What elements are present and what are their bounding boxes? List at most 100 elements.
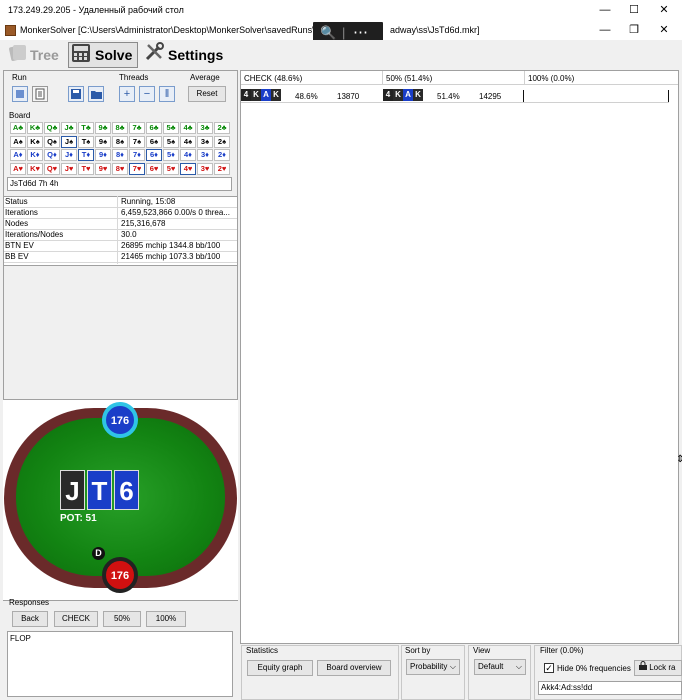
board-card-button[interactable]: 3♣: [197, 122, 213, 134]
board-card-button[interactable]: 8♣: [112, 122, 128, 134]
bet-100-button[interactable]: 100%: [146, 611, 186, 627]
board-card-button[interactable]: 7♥: [129, 162, 145, 175]
board-card-button[interactable]: 5♦: [163, 149, 179, 161]
board-card-button[interactable]: 7♠: [129, 135, 145, 148]
board-card-button[interactable]: 9♣: [95, 122, 111, 134]
close-icon[interactable]: ✕: [657, 3, 671, 17]
board-card-button[interactable]: 2♥: [214, 162, 230, 175]
board-card-button[interactable]: 9♥: [95, 162, 111, 175]
board-input[interactable]: JsTd6d 7h 4h: [7, 177, 232, 191]
filter-input[interactable]: Akk4:Ad:ss!dd: [538, 681, 682, 695]
hand-50-ev: 14295: [479, 92, 502, 101]
sort-value: Probability: [410, 662, 448, 671]
board-card-button[interactable]: Q♦: [44, 149, 60, 161]
board-card-button[interactable]: A♦: [10, 149, 26, 161]
settings-tab[interactable]: Settings: [142, 42, 224, 68]
board-card-button[interactable]: 4♦: [180, 149, 196, 161]
board-card-button[interactable]: Q♥: [44, 162, 60, 175]
zoom-icon[interactable]: 🔍: [320, 25, 336, 41]
board-card-button[interactable]: 5♣: [163, 122, 179, 134]
board-card-button[interactable]: J♣: [61, 122, 77, 134]
save-button[interactable]: [68, 86, 84, 102]
board-card-button[interactable]: 2♦: [214, 149, 230, 161]
board-card-button[interactable]: 5♠: [163, 135, 179, 148]
board-card-button[interactable]: Q♣: [44, 122, 60, 134]
view-select[interactable]: Default ⌵: [474, 659, 526, 675]
tree-tab[interactable]: Tree: [6, 42, 68, 68]
board-card-button[interactable]: K♦: [27, 149, 43, 161]
board-card-button[interactable]: 8♦: [112, 149, 128, 161]
board-card-button[interactable]: 3♠: [197, 135, 213, 148]
threads-minus-button[interactable]: −: [139, 86, 155, 102]
app-close-icon[interactable]: ✕: [657, 23, 671, 37]
board-card-button[interactable]: 8♠: [112, 135, 128, 148]
board-card-button[interactable]: 4♥: [180, 162, 196, 175]
resize-handle-icon[interactable]: ⇕: [676, 454, 682, 465]
board-card-button[interactable]: J♠: [61, 135, 77, 148]
board-overview-button[interactable]: Board overview: [317, 660, 391, 676]
open-button[interactable]: [88, 86, 104, 102]
board-card-button[interactable]: T♥: [78, 162, 94, 175]
view-label: View: [473, 646, 491, 655]
app-restore-icon[interactable]: ❐: [627, 23, 641, 37]
board-card-button[interactable]: A♠: [10, 135, 26, 148]
board-card-button[interactable]: 4♣: [180, 122, 196, 134]
col-header-100[interactable]: 100% (0.0%): [528, 74, 574, 83]
bottom-player-stack[interactable]: 176: [102, 557, 138, 593]
board-card-button[interactable]: K♠: [27, 135, 43, 148]
board-card-button[interactable]: Q♠: [44, 135, 60, 148]
lock-range-label: Lock ra: [649, 663, 676, 672]
board-card-button[interactable]: 6♣: [146, 122, 162, 134]
back-button[interactable]: Back: [12, 611, 48, 627]
board-card-button[interactable]: 4♠: [180, 135, 196, 148]
equity-graph-button[interactable]: Equity graph: [247, 660, 313, 676]
col-header-check[interactable]: CHECK (48.6%): [244, 74, 302, 83]
board-card-button[interactable]: K♥: [27, 162, 43, 175]
top-player-stack[interactable]: 176: [102, 402, 138, 438]
board-card-button[interactable]: 5♥: [163, 162, 179, 175]
board-card-button[interactable]: 9♠: [95, 135, 111, 148]
statistics-label: Statistics: [246, 646, 279, 655]
board-card-button[interactable]: T♦: [78, 149, 94, 161]
maximize-icon[interactable]: ☐: [627, 3, 641, 17]
col-header-50[interactable]: 50% (51.4%): [386, 74, 432, 83]
board-card-button[interactable]: T♠: [78, 135, 94, 148]
separator: |: [342, 25, 346, 40]
reset-button[interactable]: Reset: [188, 86, 226, 102]
board-card-button[interactable]: 8♥: [112, 162, 128, 175]
run-stop-button[interactable]: [12, 86, 28, 102]
lock-range-button[interactable]: Lock ra: [634, 660, 682, 676]
board-card-button[interactable]: J♥: [61, 162, 77, 175]
stats-key: Iterations/Nodes: [5, 230, 64, 239]
document-button[interactable]: [32, 86, 48, 102]
stats-value: 30.0: [121, 230, 137, 239]
check-button[interactable]: CHECK: [54, 611, 98, 627]
board-card-button[interactable]: 2♣: [214, 122, 230, 134]
board-card-button[interactable]: 6♦: [146, 149, 162, 161]
board-card-button[interactable]: 6♠: [146, 135, 162, 148]
board-card-button[interactable]: 3♥: [197, 162, 213, 175]
pause-button[interactable]: ‖: [159, 86, 175, 102]
board-card-button[interactable]: A♥: [10, 162, 26, 175]
hide-zero-checkbox[interactable]: ✓: [544, 663, 554, 673]
board-card-button[interactable]: 3♦: [197, 149, 213, 161]
strategy-grid: [240, 70, 679, 644]
board-card-button[interactable]: 7♣: [129, 122, 145, 134]
row-end: [668, 90, 669, 102]
threads-plus-button[interactable]: +: [119, 86, 135, 102]
more-icon[interactable]: ⋯: [353, 23, 368, 41]
bet-50-button[interactable]: 50%: [103, 611, 141, 627]
board-card-button[interactable]: J♦: [61, 149, 77, 161]
board-card-button[interactable]: T♣: [78, 122, 94, 134]
app-minimize-icon[interactable]: —: [598, 23, 612, 37]
board-card-button[interactable]: 2♠: [214, 135, 230, 148]
solve-tab[interactable]: Solve: [68, 42, 138, 68]
board-card-button[interactable]: 7♦: [129, 149, 145, 161]
sort-select[interactable]: Probability ⌵: [406, 659, 460, 675]
minimize-icon[interactable]: —: [598, 3, 612, 17]
board-card-button[interactable]: 9♦: [95, 149, 111, 161]
hide-zero-label: Hide 0% frequencies: [557, 664, 631, 673]
board-card-button[interactable]: 6♥: [146, 162, 162, 175]
board-card-button[interactable]: K♣: [27, 122, 43, 134]
board-card-button[interactable]: A♣: [10, 122, 26, 134]
